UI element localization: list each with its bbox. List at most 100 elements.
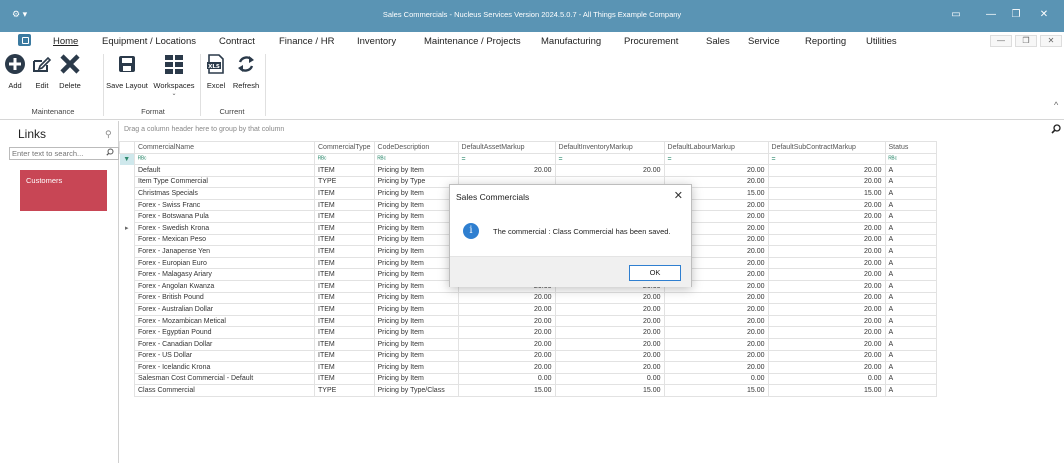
table-cell[interactable]: Pricing by Item	[373, 337, 459, 351]
table-cell[interactable]: A	[884, 372, 937, 386]
table-cell[interactable]: Forex - Canadian Dollar	[134, 337, 315, 351]
dialog-close-icon[interactable]: ✕	[674, 189, 683, 202]
table-cell[interactable]: Salesman Cost Commercial - Default	[134, 372, 315, 386]
table-cell[interactable]: A	[884, 337, 937, 351]
table-cell[interactable]: 20.00	[457, 164, 556, 177]
table-cell[interactable]: ITEM	[314, 361, 375, 374]
table-cell[interactable]: Pricing by Item	[373, 210, 459, 223]
table-cell[interactable]: 20.00	[767, 279, 886, 293]
table-cell[interactable]: A	[884, 164, 937, 177]
table-row[interactable]: Forex - Australian Dollar ITEM Pricing by …	[119, 303, 937, 316]
table-cell[interactable]: Pricing by Item	[373, 326, 459, 339]
table-cell[interactable]: 15.00	[457, 384, 556, 397]
table-cell[interactable]: 20.00	[663, 326, 769, 339]
table-cell[interactable]: Forex - Mexican Peso	[134, 233, 315, 247]
table-cell[interactable]: A	[884, 210, 937, 223]
table-cell[interactable]: Pricing by Item	[373, 349, 459, 363]
filter-cell[interactable]: =	[554, 153, 665, 165]
table-cell[interactable]: 20.00	[767, 233, 886, 247]
table-cell[interactable]: Item Type Commercial	[134, 175, 315, 189]
table-cell[interactable]: 20.00	[767, 314, 886, 328]
row-indicator[interactable]	[119, 187, 135, 200]
links-search-input[interactable]	[9, 147, 119, 160]
row-indicator[interactable]	[119, 350, 135, 362]
table-cell[interactable]: 20.00	[663, 361, 769, 374]
table-cell[interactable]: A	[884, 187, 937, 200]
table-cell[interactable]: Pricing by Type	[373, 175, 459, 189]
table-cell[interactable]: 20.00	[767, 221, 886, 235]
ok-button[interactable]: OK	[629, 265, 681, 281]
mdi-restore-button[interactable]: ❐	[1015, 35, 1037, 47]
menu-reporting[interactable]: Reporting	[805, 36, 846, 47]
table-cell[interactable]: TYPE	[314, 175, 375, 189]
table-cell[interactable]: 20.00	[663, 337, 769, 351]
close-button[interactable]: ✕	[1034, 9, 1054, 20]
row-indicator[interactable]	[119, 210, 135, 223]
menu-home[interactable]: Home	[53, 36, 78, 47]
table-cell[interactable]: ITEM	[314, 164, 375, 177]
menu-sales[interactable]: Sales	[706, 36, 730, 47]
table-cell[interactable]: Forex - Botswana Pula	[134, 210, 315, 223]
table-cell[interactable]: 20.00	[767, 303, 886, 316]
table-cell[interactable]: ITEM	[314, 268, 375, 281]
row-indicator[interactable]	[119, 257, 135, 269]
column-header[interactable]: DefaultAssetMarkup	[457, 141, 556, 154]
table-cell[interactable]: 20.00	[767, 210, 886, 223]
table-cell[interactable]: A	[884, 384, 937, 397]
table-cell[interactable]: A	[884, 198, 937, 212]
maximize-button[interactable]: ❐	[1006, 9, 1026, 20]
table-cell[interactable]: 15.00	[767, 384, 886, 397]
menu-maintenance-projects[interactable]: Maintenance / Projects	[424, 36, 521, 47]
table-cell[interactable]: 20.00	[554, 349, 665, 363]
mdi-close-button[interactable]: ✕	[1040, 35, 1062, 47]
filter-cell[interactable]: ᴿᴮᶜ	[373, 153, 459, 165]
table-cell[interactable]: Pricing by Item	[373, 372, 459, 386]
table-cell[interactable]: 20.00	[554, 303, 665, 316]
table-cell[interactable]: 0.00	[457, 372, 556, 386]
group-by-panel[interactable]: Drag a column header here to group by th…	[124, 126, 284, 133]
row-indicator[interactable]	[119, 303, 135, 316]
menu-procurement[interactable]: Procurement	[624, 36, 678, 47]
table-cell[interactable]: ITEM	[314, 233, 375, 247]
table-cell[interactable]: A	[884, 279, 937, 293]
table-cell[interactable]: 20.00	[554, 291, 665, 305]
table-cell[interactable]: Forex - British Pound	[134, 291, 315, 305]
table-cell[interactable]: Forex - Malagasy Ariary	[134, 268, 315, 281]
table-cell[interactable]: Pricing by Item	[373, 279, 459, 293]
table-cell[interactable]: Pricing by Item	[373, 187, 459, 200]
table-cell[interactable]: Christmas Specials	[134, 187, 315, 200]
filter-cell[interactable]: ᴿᴮᶜ	[314, 153, 375, 165]
table-cell[interactable]: 15.00	[767, 187, 886, 200]
table-cell[interactable]: Forex - Australian Dollar	[134, 303, 315, 316]
row-indicator[interactable]	[119, 373, 135, 385]
row-indicator[interactable]	[119, 234, 135, 246]
app-logo-icon[interactable]	[18, 34, 31, 46]
table-cell[interactable]: Forex - Angolan Kwanza	[134, 279, 315, 293]
add-button[interactable]: Add	[4, 50, 26, 90]
table-cell[interactable]: A	[884, 256, 937, 270]
table-cell[interactable]: 20.00	[554, 337, 665, 351]
minimize-button[interactable]: —	[981, 9, 1001, 20]
table-cell[interactable]: 20.00	[663, 314, 769, 328]
table-cell[interactable]: A	[884, 245, 937, 258]
row-indicator[interactable]	[119, 338, 135, 350]
menu-contract[interactable]: Contract	[219, 36, 255, 47]
table-cell[interactable]: 0.00	[663, 372, 769, 386]
column-header[interactable]: DefaultInventoryMarkup	[554, 141, 665, 154]
table-cell[interactable]: 20.00	[457, 314, 556, 328]
row-indicator[interactable]	[119, 245, 135, 258]
table-cell[interactable]: Pricing by Item	[373, 256, 459, 270]
table-cell[interactable]: 20.00	[767, 361, 886, 374]
table-cell[interactable]: A	[884, 361, 937, 374]
table-cell[interactable]: Forex - Europian Euro	[134, 256, 315, 270]
restore-layout-icon[interactable]: ▭	[946, 9, 966, 20]
table-cell[interactable]: 15.00	[663, 384, 769, 397]
table-cell[interactable]: 20.00	[767, 245, 886, 258]
table-cell[interactable]: A	[884, 303, 937, 316]
table-cell[interactable]: ITEM	[314, 187, 375, 200]
menu-service[interactable]: Service	[748, 36, 780, 47]
table-cell[interactable]: ITEM	[314, 221, 375, 235]
table-cell[interactable]: 20.00	[554, 361, 665, 374]
edit-button[interactable]: Edit	[30, 50, 54, 90]
table-cell[interactable]: 20.00	[457, 291, 556, 305]
